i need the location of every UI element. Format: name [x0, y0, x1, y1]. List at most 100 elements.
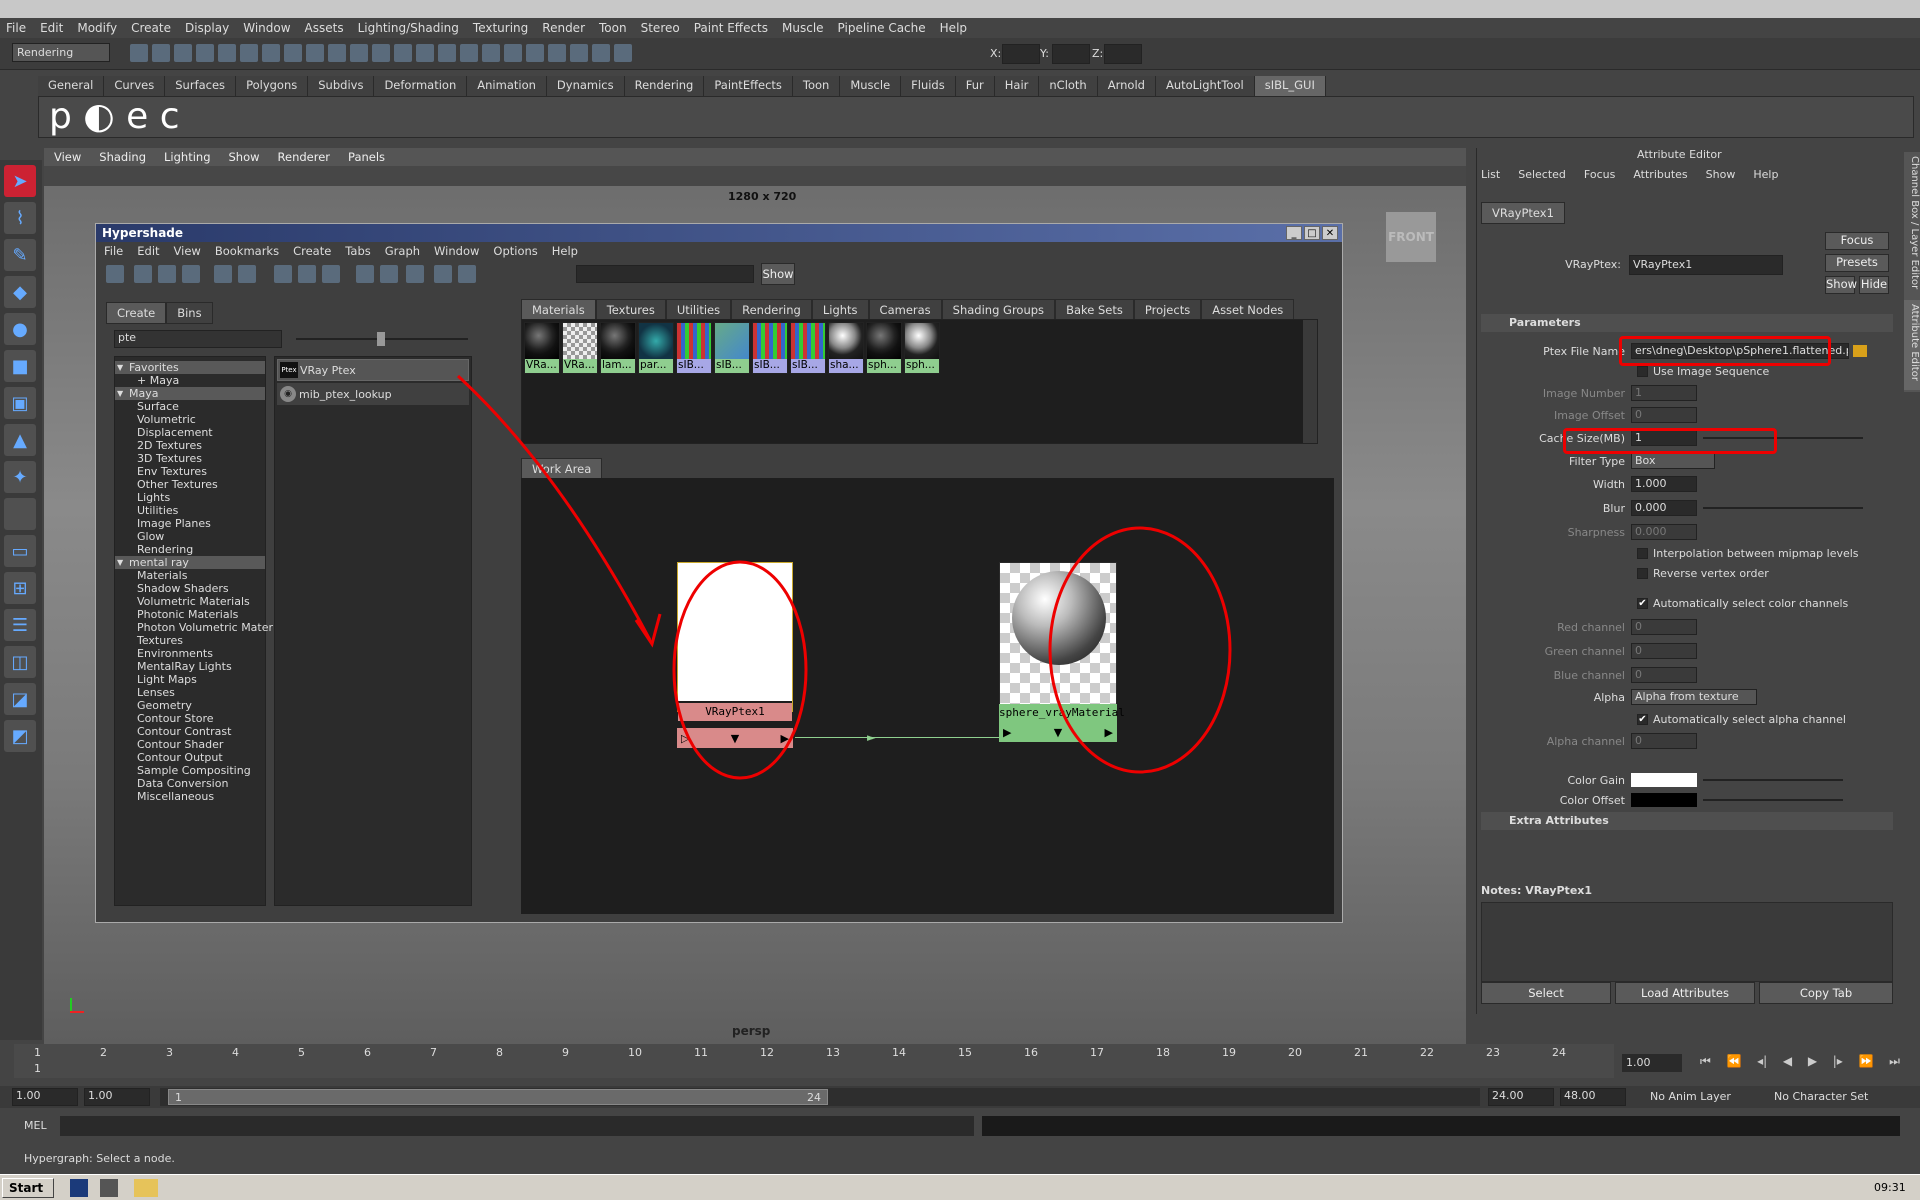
alpha-label: Alpha [1593, 690, 1625, 704]
current-frame-marker: 1 [34, 1062, 41, 1075]
ptex-file-label: Ptex File Name [1543, 344, 1625, 358]
annotation-circle-node2 [1048, 526, 1232, 774]
ae-menu-show[interactable]: Show [1706, 168, 1736, 181]
step-back-key-icon[interactable]: ◂| [1757, 1054, 1767, 1072]
interp-checkbox[interactable] [1637, 547, 1648, 559]
start-time-field[interactable]: 1.00 [12, 1088, 78, 1106]
step-forward-icon[interactable]: ⏩ [1859, 1054, 1874, 1072]
end-time-field[interactable]: 48.00 [1560, 1088, 1626, 1106]
hide-button[interactable]: Hide [1859, 276, 1889, 294]
ae-menu-list[interactable]: List [1481, 168, 1500, 181]
color-offset-slider[interactable] [1703, 799, 1843, 801]
color-offset-swatch[interactable] [1631, 793, 1697, 807]
load-attributes-button[interactable]: Load Attributes [1615, 982, 1755, 1004]
attribute-editor-side-tab[interactable]: Attribute Editor [1904, 300, 1920, 390]
timeline-tick: 18 [1156, 1046, 1170, 1059]
auto-color-label: Automatically select color channels [1653, 596, 1849, 610]
use-image-seq-checkbox[interactable] [1637, 365, 1648, 377]
current-time-field[interactable]: 1.00 [1622, 1054, 1682, 1072]
range-bar[interactable]: 1 24 [168, 1089, 828, 1105]
filter-type-label: Filter Type [1568, 454, 1625, 468]
ae-menu-attributes[interactable]: Attributes [1633, 168, 1687, 181]
photoshop-icon[interactable] [70, 1179, 88, 1197]
copy-tab-button[interactable]: Copy Tab [1759, 982, 1893, 1004]
notes-field[interactable] [1481, 902, 1893, 982]
node-name-field[interactable]: VRayPtex1 [1629, 255, 1783, 275]
timeline-tick: 13 [826, 1046, 840, 1059]
blur-slider[interactable] [1703, 507, 1863, 509]
windows-taskbar: Start 09:31 [0, 1174, 1920, 1200]
ae-menu-help[interactable]: Help [1753, 168, 1778, 181]
ae-menu: List Selected Focus Attributes Show Help [1481, 168, 1796, 181]
color-gain-swatch[interactable] [1631, 773, 1697, 787]
help-line: Hypergraph: Select a node. [0, 1150, 1920, 1168]
maya-icon[interactable] [100, 1179, 118, 1197]
timeline-tick: 21 [1354, 1046, 1368, 1059]
blue-channel-field: 0 [1631, 667, 1697, 683]
timeline-tick: 10 [628, 1046, 642, 1059]
range-track[interactable]: 1 24 [160, 1088, 1480, 1106]
color-gain-slider[interactable] [1703, 779, 1843, 781]
alpha-channel-field: 0 [1631, 733, 1697, 749]
red-channel-label: Red channel [1557, 620, 1625, 634]
clock: 09:31 [1874, 1181, 1906, 1194]
playback-start-field[interactable]: 1.00 [84, 1088, 150, 1106]
timeline-tick: 24 [1552, 1046, 1566, 1059]
focus-button[interactable]: Focus [1825, 232, 1889, 250]
presets-button[interactable]: Presets [1825, 254, 1889, 272]
annotation-circle-node1 [672, 560, 808, 780]
playback-end-field[interactable]: 24.00 [1488, 1088, 1554, 1106]
extra-attributes-header[interactable]: Extra Attributes [1481, 812, 1893, 830]
play-back-icon[interactable]: ◀ [1783, 1054, 1792, 1072]
time-slider[interactable]: 1 2 3 4 5 6 7 8 9 10 11 12 13 14 15 16 17 18 19 20 21 22 23 24 1 [14, 1044, 1614, 1078]
parameters-section-header[interactable]: Parameters [1481, 314, 1893, 332]
ae-menu-selected[interactable]: Selected [1518, 168, 1566, 181]
width-field[interactable]: 1.000 [1631, 476, 1697, 492]
range-slider: 1.00 1.00 1 24 24.00 48.00 No Anim Layer… [0, 1086, 1920, 1108]
explorer-icon[interactable] [134, 1179, 158, 1197]
mel-input[interactable] [60, 1116, 974, 1136]
filter-type-dropdown[interactable]: Box [1631, 453, 1715, 469]
ae-node-tabs: VRayPtex1 [1481, 202, 1565, 224]
timeline-tick: 11 [694, 1046, 708, 1059]
interp-label: Interpolation between mipmap levels [1653, 546, 1859, 560]
auto-alpha-label: Automatically select alpha channel [1653, 712, 1846, 726]
timeline-tick: 20 [1288, 1046, 1302, 1059]
select-button[interactable]: Select [1481, 982, 1611, 1004]
timeline-tick: 19 [1222, 1046, 1236, 1059]
blue-channel-label: Blue channel [1553, 668, 1625, 682]
playback-controls: ⏮ ⏪ ◂| ◀ ▶ |▸ ⏩ ⏭ [1700, 1054, 1900, 1072]
alpha-dropdown[interactable]: Alpha from texture [1631, 689, 1757, 705]
mel-label[interactable]: MEL [24, 1119, 47, 1132]
timeline-tick: 3 [166, 1046, 173, 1059]
reverse-checkbox[interactable] [1637, 567, 1648, 579]
green-channel-field: 0 [1631, 643, 1697, 659]
play-forward-icon[interactable]: ▶ [1808, 1054, 1817, 1072]
ae-title: Attribute Editor [1637, 148, 1722, 161]
step-back-icon[interactable]: ⏪ [1727, 1054, 1742, 1072]
anim-layer-dropdown[interactable]: No Anim Layer [1650, 1090, 1731, 1103]
command-result [982, 1116, 1900, 1136]
go-to-start-icon[interactable]: ⏮ [1700, 1054, 1711, 1072]
auto-alpha-checkbox[interactable]: ✔ [1637, 713, 1648, 725]
sharpness-label: Sharpness [1567, 525, 1625, 539]
range-end-label: 24 [807, 1091, 821, 1104]
timeline-tick: 8 [496, 1046, 503, 1059]
step-forward-key-icon[interactable]: |▸ [1833, 1054, 1843, 1072]
start-button[interactable]: Start [2, 1178, 54, 1198]
tab-vrayptex1[interactable]: VRayPtex1 [1481, 202, 1565, 224]
blur-field[interactable]: 0.000 [1631, 500, 1697, 516]
color-gain-label: Color Gain [1567, 773, 1625, 787]
character-set-dropdown[interactable]: No Character Set [1774, 1090, 1868, 1103]
timeline-tick: 4 [232, 1046, 239, 1059]
annotation-box-ptex [1619, 336, 1831, 366]
show-button[interactable]: Show [1825, 276, 1857, 294]
node-name-label: VRayPtex: [1565, 258, 1621, 271]
auto-color-checkbox[interactable]: ✔ [1637, 597, 1648, 609]
go-to-end-icon[interactable]: ⏭ [1889, 1054, 1900, 1072]
range-start-label: 1 [175, 1091, 182, 1104]
ae-menu-focus[interactable]: Focus [1584, 168, 1615, 181]
green-channel-label: Green channel [1544, 644, 1625, 658]
folder-icon[interactable] [1853, 345, 1867, 357]
timeline-tick: 2 [100, 1046, 107, 1059]
